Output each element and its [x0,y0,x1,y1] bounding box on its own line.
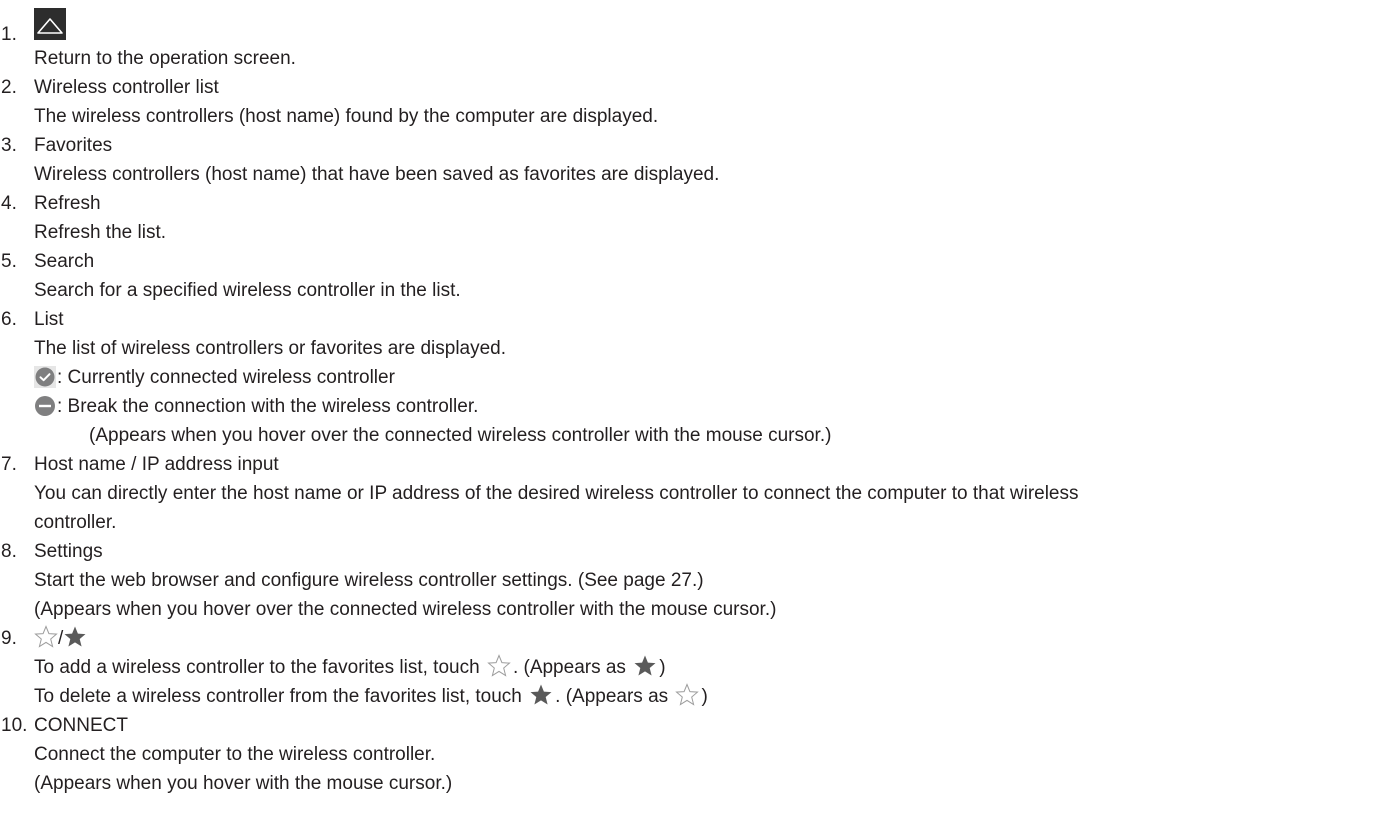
item-number: 4. [1,193,17,214]
item-number: 8. [1,541,17,562]
item-number: 9. [1,628,17,649]
item-title: CONNECT [34,715,128,736]
item-1-heading: 1. [0,22,1373,48]
item-6-minus-row: : Break the connection with the wireless… [0,394,1373,420]
minus-circle-icon [34,395,56,417]
item-8-note: (Appears when you hover over the connect… [34,599,777,620]
item-number: 6. [1,309,17,330]
item-2-desc: The wireless controllers (host name) fou… [34,106,659,127]
item-number: 2. [1,77,17,98]
star-outline-icon [487,655,510,677]
item-number: 3. [1,135,17,156]
item-9-delete-desc: To delete a wireless controller from the… [0,684,1373,710]
item-title: Favorites [34,135,113,156]
item-6-heading: 6. List [0,307,1373,333]
item-5-desc: Search for a specified wireless controll… [34,280,461,301]
star-filled-icon [530,684,552,705]
item-6-note: (Appears when you hover over the connect… [89,425,832,446]
star-filled-icon [634,655,656,676]
star-filled-icon [64,626,86,647]
item-number: 10. [1,715,28,736]
item-1-desc: Return to the operation screen. [34,48,296,69]
item-title: Settings [34,541,103,562]
item-7-desc-cont: controller. [34,512,117,533]
item-10-desc: Connect the computer to the wireless con… [34,744,436,765]
item-10-note: (Appears when you hover with the mouse c… [34,773,453,794]
item-6-check-row: : Currently connected wireless controlle… [0,365,1373,391]
item-7-desc: You can directly enter the host name or … [34,483,1079,504]
item-5-heading: 5. Search [0,249,1373,275]
item-title: Host name / IP address input [34,454,279,475]
item-title: List [34,309,64,330]
item-8-desc: Start the web browser and configure wire… [34,570,704,591]
item-4-heading: 4. Refresh [0,191,1373,217]
star-outline-icon [35,626,57,648]
item-title: Wireless controller list [34,77,219,98]
item-7-heading: 7. Host name / IP address input [0,452,1373,478]
item-8-heading: 8. Settings [0,539,1373,565]
item-3-heading: 3. Favorites [0,133,1373,159]
item-number: 7. [1,454,17,475]
item-3-desc: Wireless controllers (host name) that ha… [34,164,720,185]
star-outline-icon [676,684,699,706]
check-circle-icon [34,365,56,388]
item-10-heading: 10. CONNECT [0,713,1373,739]
item-6-desc: The list of wireless controllers or favo… [34,338,507,359]
item-title: Refresh [34,193,101,214]
item-number: 1. [1,24,17,45]
item-2-heading: 2. Wireless controller list [0,75,1373,101]
item-9-add-desc: To add a wireless controller to the favo… [0,655,1373,681]
up-triangle-icon [34,8,66,40]
item-number: 5. [1,251,17,272]
item-title: Search [34,251,95,272]
item-9-heading: 9. / [0,626,1373,652]
item-4-desc: Refresh the list. [34,222,166,243]
